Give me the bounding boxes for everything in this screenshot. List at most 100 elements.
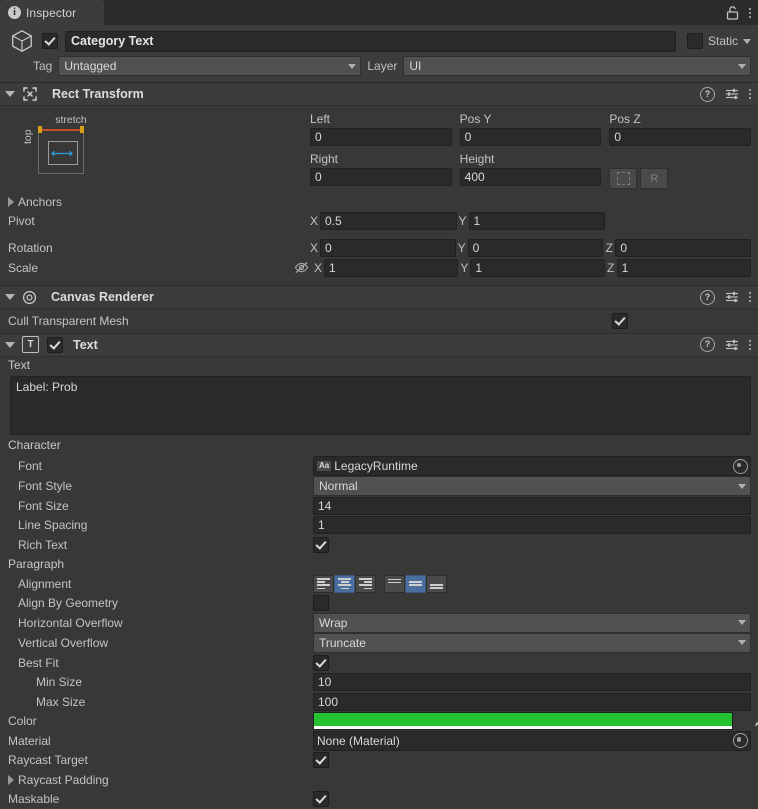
layer-dropdown[interactable]: UI bbox=[403, 56, 751, 76]
canvas-renderer-icon bbox=[22, 290, 37, 304]
rect-field-pos-y: Pos Y 0 bbox=[459, 110, 602, 146]
scale-y-input[interactable]: 1 bbox=[470, 258, 605, 277]
align-middle-button[interactable] bbox=[405, 574, 426, 593]
align-bottom-button[interactable] bbox=[426, 574, 447, 593]
raycast-target-checkbox[interactable] bbox=[313, 752, 329, 769]
raycast-padding-row[interactable]: Raycast Padding bbox=[0, 770, 758, 789]
text-component-icon: T bbox=[22, 336, 39, 354]
font-style-row: Font Style Normal bbox=[0, 476, 758, 497]
anchor-preset-widget[interactable]: stretch top bbox=[20, 114, 104, 174]
anchors-row[interactable]: Anchors bbox=[0, 192, 758, 211]
font-value: LegacyRuntime bbox=[334, 459, 418, 474]
anchors-label: Anchors bbox=[18, 194, 63, 209]
text-component-enabled-checkbox[interactable] bbox=[47, 336, 63, 353]
raycast-padding-foldout-icon[interactable] bbox=[8, 774, 14, 785]
cull-transparent-mesh-checkbox[interactable] bbox=[612, 313, 628, 330]
preset-settings-icon[interactable] bbox=[725, 87, 739, 101]
help-icon[interactable]: ? bbox=[700, 289, 715, 305]
pos-z-label: Pos Z bbox=[609, 112, 641, 126]
canvas-renderer-menu-icon[interactable] bbox=[749, 292, 751, 303]
rotation-y-input[interactable]: 0 bbox=[467, 239, 604, 258]
raw-edit-mode-button[interactable]: R bbox=[640, 168, 669, 189]
rich-text-label: Rich Text bbox=[18, 537, 68, 552]
color-swatch-fill bbox=[314, 712, 732, 726]
text-foldout-icon[interactable] bbox=[5, 341, 15, 348]
rotation-z-input[interactable]: 0 bbox=[615, 239, 752, 258]
rotation-fields: X 0 Y 0 Z 0 bbox=[308, 239, 752, 258]
info-icon: i bbox=[8, 6, 21, 19]
pivot-x-input[interactable]: 0.5 bbox=[320, 212, 457, 231]
pos-y-input[interactable]: 0 bbox=[459, 128, 602, 146]
best-fit-row: Best Fit bbox=[0, 653, 758, 672]
text-menu-icon[interactable] bbox=[749, 339, 751, 350]
scale-z-input[interactable]: 1 bbox=[616, 258, 751, 277]
rect-transform-foldout-icon[interactable] bbox=[5, 91, 15, 97]
rotation-x-input[interactable]: 0 bbox=[320, 239, 456, 258]
rect-transform-row-2: Right 0 Height 400 R bbox=[310, 150, 751, 190]
static-dropdown-chevron-down-icon[interactable] bbox=[743, 38, 751, 44]
vertical-overflow-dropdown[interactable]: Truncate bbox=[313, 632, 751, 653]
alignment-control bbox=[313, 574, 447, 593]
tag-label: Tag bbox=[33, 59, 53, 73]
window-menu-icon[interactable] bbox=[749, 7, 751, 18]
line-spacing-input[interactable]: 1 bbox=[313, 516, 751, 535]
align-top-button[interactable] bbox=[384, 574, 405, 593]
component-header-text[interactable]: T Text ? bbox=[0, 332, 758, 357]
max-size-input[interactable]: 100 bbox=[313, 692, 751, 711]
pos-z-input[interactable]: 0 bbox=[609, 128, 752, 146]
canvas-renderer-foldout-icon[interactable] bbox=[5, 294, 15, 301]
tab-inspector-label: Inspector bbox=[26, 5, 77, 20]
help-icon[interactable]: ? bbox=[700, 86, 715, 102]
material-object-picker-icon[interactable] bbox=[733, 733, 748, 749]
material-object-field[interactable]: None (Material) bbox=[313, 730, 751, 751]
help-icon[interactable]: ? bbox=[700, 337, 715, 353]
align-by-geometry-checkbox[interactable] bbox=[313, 595, 329, 612]
vertical-overflow-row: Vertical Overflow Truncate bbox=[0, 632, 758, 653]
preset-settings-icon[interactable] bbox=[725, 290, 739, 304]
font-object-picker-icon[interactable] bbox=[733, 458, 748, 474]
lock-icon[interactable] bbox=[726, 5, 739, 20]
eyedropper-icon[interactable] bbox=[754, 713, 758, 727]
rect-field-height: Height 400 bbox=[459, 150, 602, 190]
preset-settings-icon[interactable] bbox=[725, 338, 739, 352]
font-size-input[interactable]: 14 bbox=[313, 496, 751, 515]
text-field-label: Text bbox=[8, 358, 31, 373]
component-header-rect-transform[interactable]: Rect Transform ? bbox=[0, 82, 758, 106]
tag-dropdown[interactable]: Untagged bbox=[58, 56, 362, 76]
text-component-title: Text bbox=[73, 337, 98, 352]
static-checkbox[interactable] bbox=[686, 33, 703, 49]
scale-x-input[interactable]: 1 bbox=[324, 258, 459, 277]
align-left-button[interactable] bbox=[313, 574, 334, 593]
right-input[interactable]: 0 bbox=[310, 168, 452, 186]
left-input[interactable]: 0 bbox=[310, 128, 452, 146]
rich-text-row: Rich Text bbox=[0, 535, 758, 554]
blueprint-mode-button[interactable] bbox=[609, 168, 638, 189]
color-label: Color bbox=[8, 713, 37, 728]
gameobject-enabled-checkbox[interactable] bbox=[42, 33, 58, 49]
alignment-row: Alignment bbox=[0, 574, 758, 593]
component-header-canvas-renderer[interactable]: Canvas Renderer ? bbox=[0, 285, 758, 310]
rich-text-checkbox[interactable] bbox=[313, 536, 329, 553]
character-section-label: Character bbox=[8, 438, 61, 453]
text-content-textarea[interactable]: Label: Prob bbox=[10, 376, 751, 435]
align-right-button[interactable] bbox=[355, 574, 376, 593]
rect-mode-spacer bbox=[609, 150, 751, 168]
constrain-proportions-off-icon[interactable] bbox=[294, 260, 309, 275]
scale-fields: X 1 Y 1 Z 1 bbox=[312, 258, 751, 277]
tab-inspector[interactable]: i Inspector bbox=[0, 0, 104, 25]
tag-value: Untagged bbox=[64, 59, 117, 73]
height-input[interactable]: 400 bbox=[459, 168, 602, 186]
maskable-checkbox[interactable] bbox=[313, 791, 329, 808]
vertical-overflow-chevron-down-icon bbox=[738, 640, 746, 646]
pivot-y-input[interactable]: 1 bbox=[468, 212, 605, 231]
align-center-button[interactable] bbox=[334, 574, 355, 593]
horizontal-overflow-dropdown[interactable]: Wrap bbox=[313, 612, 751, 633]
min-size-input[interactable]: 10 bbox=[313, 673, 751, 692]
gameobject-name-field[interactable]: Category Text bbox=[65, 30, 676, 52]
best-fit-checkbox[interactable] bbox=[313, 654, 329, 671]
anchors-foldout-icon[interactable] bbox=[8, 196, 14, 207]
font-style-dropdown[interactable]: Normal bbox=[313, 476, 751, 497]
font-object-field[interactable]: Aa LegacyRuntime bbox=[313, 456, 751, 477]
rect-transform-menu-icon[interactable] bbox=[749, 89, 751, 99]
color-swatch[interactable] bbox=[313, 711, 733, 730]
